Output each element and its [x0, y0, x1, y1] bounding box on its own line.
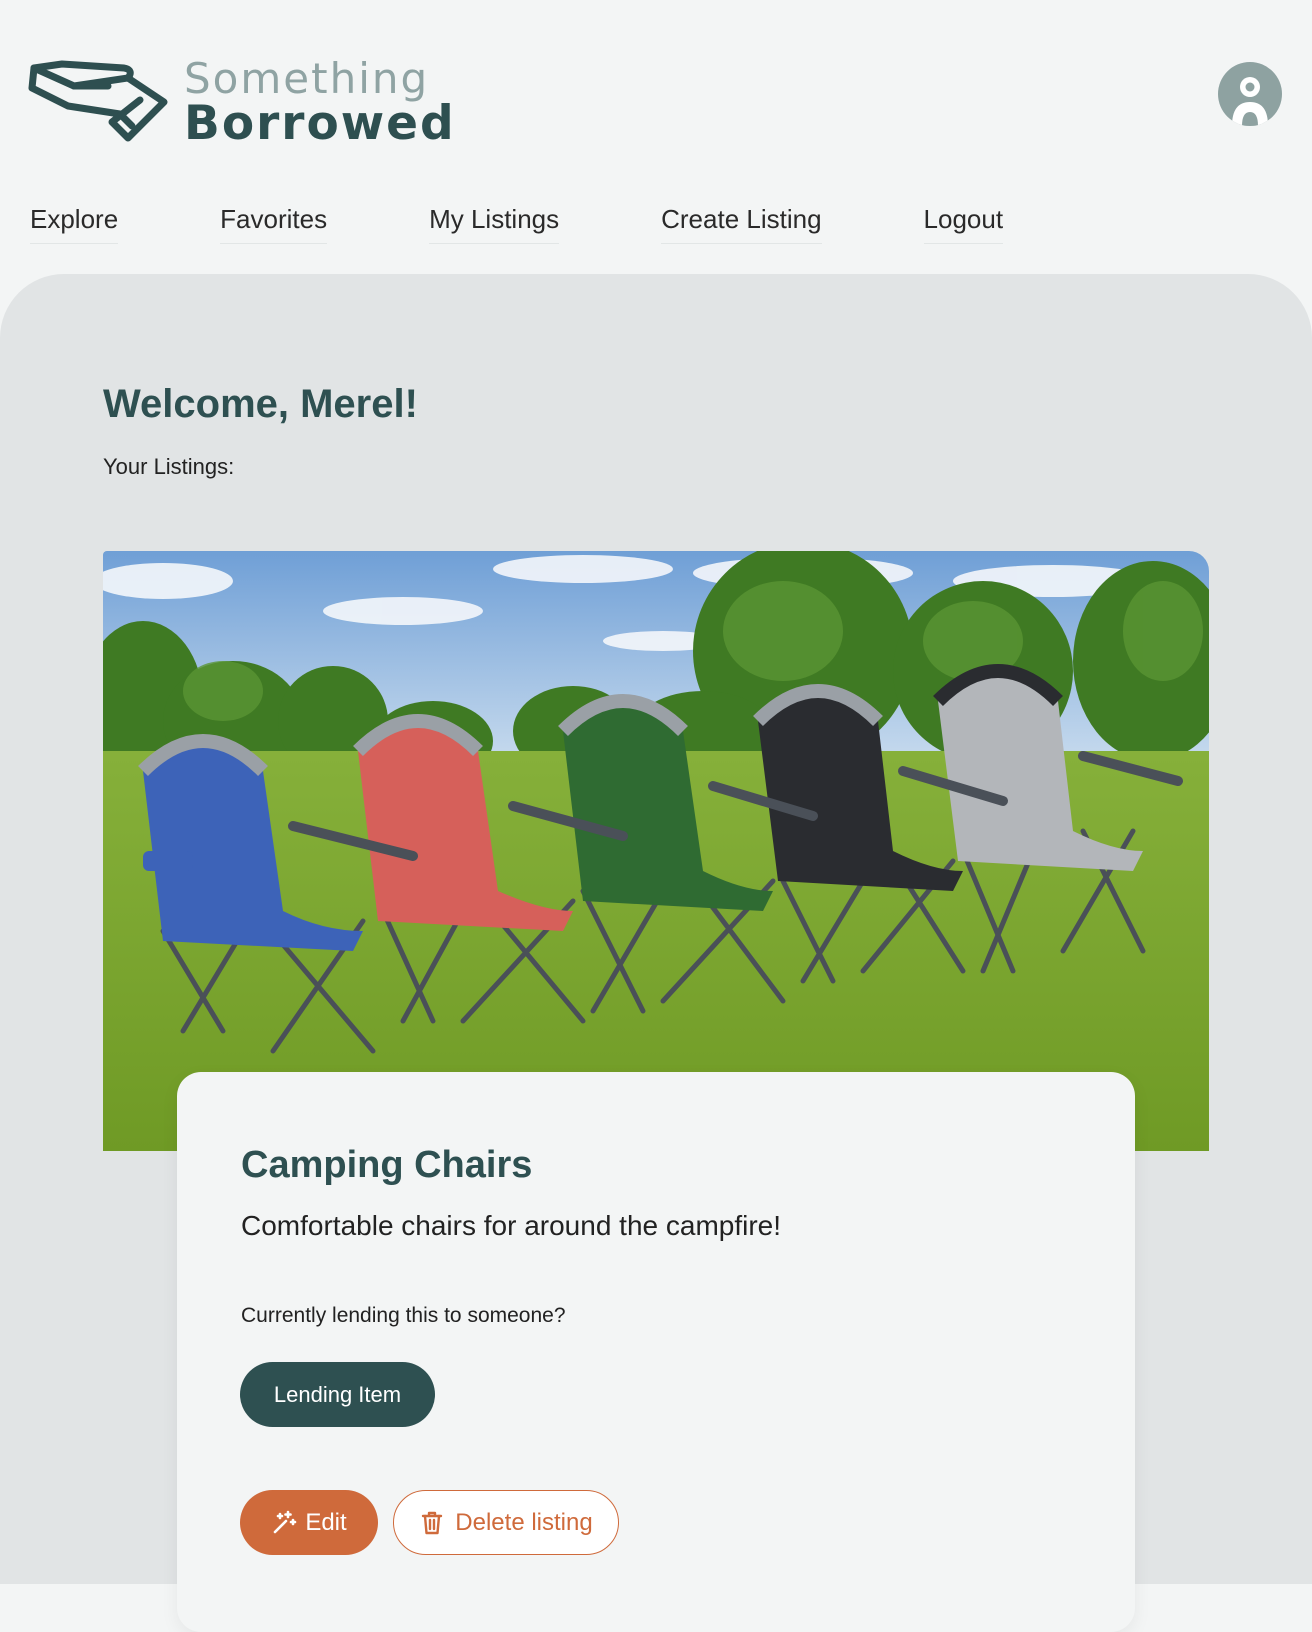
listing-description: Comfortable chairs for around the campfi… [241, 1210, 782, 1241]
listing-card: Camping Chairs Comfortable chairs for ar… [177, 1072, 1135, 1632]
main-panel: Welcome, Merel! Your Listings: Camping C… [0, 274, 1312, 1632]
brand-name: Something Borrowed [184, 54, 456, 151]
edit-label: Edit [305, 1508, 347, 1536]
nav-favorites[interactable]: Favorites [220, 204, 328, 244]
listing-title: Camping Chairs [241, 1144, 533, 1186]
your-listings-label: Your Listings: [103, 454, 235, 479]
delete-label: Delete listing [455, 1508, 593, 1536]
hand-icon [28, 56, 172, 148]
main-nav: Explore Favorites My Listings Create Lis… [30, 204, 1004, 244]
lending-question: Currently lending this to someone? [241, 1304, 566, 1327]
user-avatar-icon[interactable] [1218, 62, 1282, 126]
lending-item-button[interactable]: Lending Item [240, 1362, 435, 1427]
brand-line1: Something [184, 54, 430, 103]
trash-icon [419, 1510, 445, 1536]
nav-explore[interactable]: Explore [30, 204, 119, 244]
magic-wand-icon [271, 1510, 297, 1536]
delete-listing-button[interactable]: Delete listing [393, 1490, 619, 1555]
site-header: Something Borrowed [0, 0, 1312, 180]
nav-create-listing[interactable]: Create Listing [661, 204, 822, 244]
nav-logout[interactable]: Logout [923, 204, 1004, 244]
listing-image[interactable] [103, 551, 1209, 1151]
nav-my-listings[interactable]: My Listings [429, 204, 560, 244]
edit-button[interactable]: Edit [240, 1490, 378, 1555]
brand-line2: Borrowed [184, 96, 456, 151]
brand-logo[interactable]: Something Borrowed [28, 56, 456, 148]
welcome-heading: Welcome, Merel! [103, 382, 418, 426]
